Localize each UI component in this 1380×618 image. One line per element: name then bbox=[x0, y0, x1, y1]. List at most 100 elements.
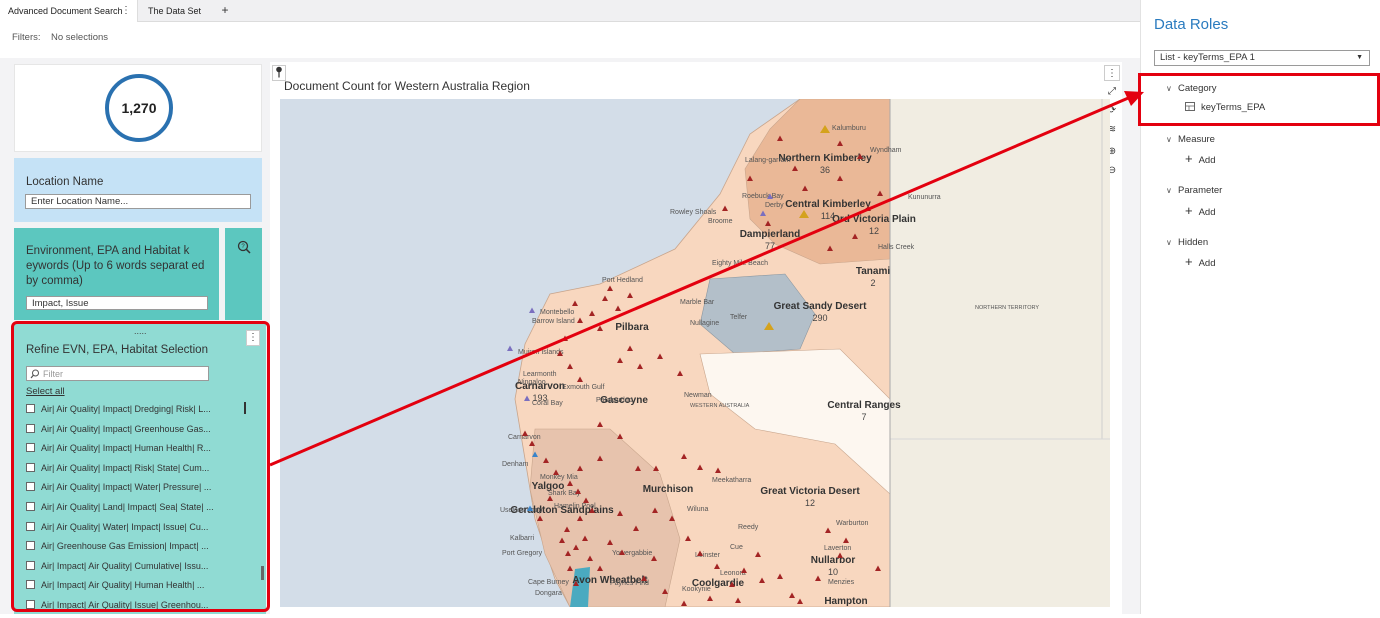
keywords-panel: Environment, EPA and Habitat k eywords (… bbox=[14, 228, 219, 320]
plus-icon: + bbox=[1185, 203, 1193, 218]
region-count: 77 bbox=[765, 241, 775, 251]
place-label: Warburton bbox=[836, 520, 869, 527]
region-label: Murchison bbox=[643, 484, 694, 495]
region-label: Dampierland bbox=[740, 229, 801, 240]
chevron-down-icon: ∨ bbox=[1166, 186, 1172, 195]
place-label: Monkey Mia bbox=[540, 474, 578, 481]
place-label: Broome bbox=[708, 218, 733, 225]
place-label: Hamelin Pool bbox=[554, 503, 596, 510]
category-highlight-box bbox=[1138, 73, 1380, 126]
place-label: Telfer bbox=[730, 314, 748, 321]
place-label: Exmouth Gulf bbox=[562, 384, 604, 391]
region-count: 7 bbox=[861, 412, 866, 422]
place-label: Marble Bar bbox=[680, 299, 715, 306]
tab-label: Advanced Document Search bbox=[8, 6, 123, 16]
region-label: Central Ranges bbox=[827, 400, 901, 411]
place-label: Wiluna bbox=[687, 506, 709, 513]
role-label: Measure bbox=[1178, 134, 1215, 145]
role-hidden[interactable]: ∨ Hidden bbox=[1166, 237, 1208, 248]
add-parameter-button[interactable]: + Add bbox=[1185, 203, 1216, 218]
keywords-title: Environment, EPA and Habitat k eywords (… bbox=[26, 245, 205, 287]
keyword-search-button[interactable]: ? bbox=[225, 228, 262, 320]
document-count-kpi: 1,270 bbox=[105, 74, 173, 142]
place-label: Rowley Shoals bbox=[670, 209, 717, 216]
refine-highlight-box bbox=[11, 321, 270, 612]
tab-advanced-document-search[interactable]: Advanced Document Search ⋮ bbox=[0, 0, 138, 22]
place-label: Roebuck Bay bbox=[742, 193, 784, 200]
place-label: Newman bbox=[684, 392, 712, 399]
place-label: Muiron Islands bbox=[518, 349, 564, 356]
region-count: 2 bbox=[870, 278, 875, 288]
region-label: Central Kimberley bbox=[785, 199, 871, 210]
maximize-icon[interactable]: ⤢ bbox=[1104, 84, 1120, 100]
location-name-input[interactable]: Enter Location Name... bbox=[25, 194, 251, 209]
region-label: Nullarbor bbox=[811, 555, 856, 566]
place-label: Derby bbox=[765, 202, 784, 209]
data-roles-title: Data Roles bbox=[1154, 16, 1229, 33]
svg-text:?: ? bbox=[241, 244, 245, 250]
place-label: Coral Bay bbox=[532, 400, 563, 407]
location-name-panel: Location Name Enter Location Name... bbox=[14, 158, 262, 222]
kpi-panel: 1,270 bbox=[14, 64, 262, 152]
region-count: 36 bbox=[820, 165, 830, 175]
region-map[interactable]: Northern Kimberley36Central Kimberley114… bbox=[280, 99, 1110, 607]
region-label: Great Sandy Desert bbox=[774, 301, 867, 312]
region-count: 12 bbox=[805, 498, 815, 508]
object-select-dropdown[interactable]: List - keyTerms_EPA 1 ▼ bbox=[1154, 50, 1370, 66]
place-label: Port Hedland bbox=[602, 277, 643, 284]
place-label: Kalumburu bbox=[832, 125, 866, 132]
place-label: Port Gregory bbox=[502, 550, 543, 557]
place-label: Montebello bbox=[540, 309, 574, 316]
region-label: Pilbara bbox=[615, 322, 649, 333]
add-hidden-button[interactable]: + Add bbox=[1185, 254, 1216, 269]
place-label: Paraburdoo bbox=[596, 397, 633, 404]
region-count: 12 bbox=[869, 226, 879, 236]
place-label: Barrow Island bbox=[532, 318, 575, 325]
role-label: Parameter bbox=[1178, 185, 1223, 196]
place-label: Learmonth bbox=[523, 371, 557, 378]
map-menu-icon[interactable]: ⋮ bbox=[1104, 65, 1120, 81]
plus-icon: + bbox=[1185, 151, 1193, 166]
tab-menu-icon[interactable]: ⋮ bbox=[121, 0, 131, 22]
place-label: Denham bbox=[502, 461, 529, 468]
chevron-down-icon: ∨ bbox=[1166, 238, 1172, 247]
place-label: Eighty Mile Beach bbox=[712, 260, 768, 267]
place-label: Paynes Find bbox=[610, 580, 649, 587]
place-label: NORTHERN TERRITORY bbox=[975, 305, 1039, 311]
map-panel: Document Count for Western Australia Reg… bbox=[270, 62, 1122, 614]
place-label: Wyndham bbox=[870, 147, 902, 154]
place-label: Menzies bbox=[828, 579, 855, 586]
role-parameter[interactable]: ∨ Parameter bbox=[1166, 185, 1222, 196]
help-search-icon: ? bbox=[237, 240, 251, 254]
filters-value[interactable]: No selections bbox=[51, 32, 108, 43]
role-label: Hidden bbox=[1178, 237, 1209, 248]
place-label: Nullagine bbox=[690, 320, 719, 327]
add-tab-button[interactable]: + bbox=[218, 0, 232, 22]
add-measure-button[interactable]: + Add bbox=[1185, 151, 1216, 166]
region-label: Ord Victoria Plain bbox=[832, 214, 916, 225]
filters-label: Filters: bbox=[12, 32, 41, 43]
chevron-down-icon: ▼ bbox=[1356, 54, 1363, 61]
region-label: Tanami bbox=[856, 266, 890, 277]
place-label: Leonora bbox=[720, 570, 746, 577]
place-label: Laverton bbox=[824, 545, 851, 552]
place-label: Yowergabbie bbox=[612, 550, 652, 557]
place-label: Useless Loop bbox=[500, 507, 543, 514]
place-label: Kookynie bbox=[682, 586, 711, 593]
place-label: Cue bbox=[730, 544, 743, 551]
add-label: Add bbox=[1198, 155, 1216, 166]
place-label: Kalbarri bbox=[510, 535, 535, 542]
place-label: Ningaloo bbox=[518, 379, 546, 386]
region-label: Hampton bbox=[824, 596, 867, 607]
role-measure[interactable]: ∨ Measure bbox=[1166, 134, 1215, 145]
tab-the-data-set[interactable]: The Data Set bbox=[140, 0, 210, 22]
tab-bar: Advanced Document Search ⋮ The Data Set … bbox=[0, 0, 1140, 22]
place-label: Cape Burney bbox=[528, 579, 569, 586]
keywords-input[interactable]: Impact, Issue bbox=[26, 296, 208, 310]
report-canvas: Advanced Document Search ⋮ The Data Set … bbox=[0, 0, 1140, 614]
map-title: Document Count for Western Australia Reg… bbox=[284, 79, 530, 93]
place-label: Halls Creek bbox=[878, 244, 915, 251]
region-count: 290 bbox=[812, 313, 827, 323]
location-name-title: Location Name bbox=[26, 176, 104, 188]
add-label: Add bbox=[1198, 207, 1216, 218]
